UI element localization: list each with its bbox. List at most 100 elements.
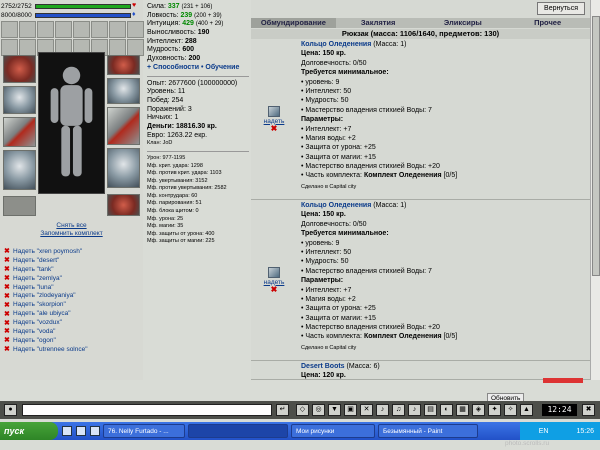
legs-slot[interactable] (107, 148, 140, 188)
earring-slot[interactable] (107, 55, 140, 75)
browser-icon[interactable] (76, 426, 86, 436)
saved-set-label[interactable]: Надеть "desert" (13, 257, 59, 264)
amulet-slot[interactable] (3, 86, 36, 114)
delete-icon[interactable]: ✖ (4, 292, 13, 300)
saved-set-label[interactable]: Надеть "luna" (13, 284, 54, 291)
tool-icon[interactable]: ▤ (424, 404, 437, 416)
saved-set-item[interactable]: ✖ Надеть "xren poymosh" (4, 247, 88, 256)
bracer-slot[interactable] (107, 78, 140, 104)
send-icon[interactable]: ↵ (276, 404, 289, 416)
saved-set-item[interactable]: ✖ Надеть "ale ubiyca" (4, 309, 88, 318)
equip-slot[interactable] (37, 21, 54, 38)
delete-icon[interactable]: ✖ (4, 336, 13, 344)
exit-icon[interactable]: ✖ (582, 404, 595, 416)
weapon-slot[interactable] (3, 117, 36, 147)
saved-set-label[interactable]: Надеть "ogon" (13, 337, 56, 344)
equip-slot[interactable] (127, 39, 144, 56)
saved-set-item[interactable]: ✖ Надеть "voda" (4, 327, 88, 336)
saved-set-label[interactable]: Надеть "voda" (13, 328, 55, 335)
saved-set-label[interactable]: Надеть "vozdux" (13, 319, 62, 326)
item-title[interactable]: Кольцо Оледенения (301, 41, 371, 48)
equip-slot[interactable] (109, 39, 126, 56)
tab-elixirs[interactable]: Эликсиры (421, 18, 506, 28)
helmet-slot[interactable] (3, 55, 36, 83)
tool-icon[interactable]: ◐ (440, 404, 453, 416)
equip-slot[interactable] (19, 39, 36, 56)
task-my-pictures[interactable]: Мои рисунки (291, 424, 375, 438)
delete-icon[interactable]: ✖ (4, 256, 13, 264)
filter-icon[interactable]: ▼ (328, 404, 341, 416)
scrollbar-thumb[interactable] (592, 16, 600, 276)
delete-icon[interactable]: ✖ (4, 265, 13, 273)
tool-icon[interactable]: ◈ (472, 404, 485, 416)
tool-icon[interactable]: ✕ (360, 404, 373, 416)
delete-icon[interactable]: ✖ (4, 319, 13, 327)
item-title[interactable]: Кольцо Оледенения (301, 202, 371, 209)
delete-icon[interactable]: ✖ (271, 285, 278, 294)
put-on-icon[interactable] (268, 266, 280, 278)
chat-mode-icon[interactable]: ● (4, 404, 17, 416)
remove-all-link[interactable]: Снять все (0, 222, 143, 229)
remember-set-link[interactable]: Запомнить комплект (0, 230, 143, 237)
tab-spells[interactable]: Заклятия (336, 18, 421, 28)
media-icon[interactable] (90, 426, 100, 436)
saved-set-label[interactable]: Надеть "zlodeyaniya" (13, 292, 76, 299)
saved-set-item[interactable]: ✖ Надеть "zlodeyaniya" (4, 291, 88, 300)
start-button[interactable]: пуск (0, 422, 58, 440)
music-icon[interactable]: ♪ (408, 404, 421, 416)
music-icon[interactable]: ♫ (392, 404, 405, 416)
saved-set-item[interactable]: ✖ Надеть "desert" (4, 256, 88, 265)
delete-icon[interactable]: ✖ (4, 247, 13, 255)
equip-slot[interactable] (127, 21, 144, 38)
tool-icon[interactable]: ◎ (312, 404, 325, 416)
tool-icon[interactable]: ▦ (456, 404, 469, 416)
tab-other[interactable]: Прочее (505, 18, 590, 28)
armor-slot[interactable] (3, 150, 36, 190)
saved-set-label[interactable]: Надеть "utrennee solnce" (13, 346, 88, 353)
saved-set-item[interactable]: ✖ Надеть "skorpion" (4, 300, 88, 309)
saved-set-item[interactable]: ✖ Надеть "utrennee solnce" (4, 345, 88, 354)
task-music[interactable]: 76. Nelly Furtado - ... (103, 424, 185, 438)
task-paint[interactable]: Безымянный - Paint (378, 424, 478, 438)
music-icon[interactable]: ♪ (376, 404, 389, 416)
task-game[interactable] (188, 424, 288, 438)
saved-set-item[interactable]: ✖ Надеть "zemlya" (4, 274, 88, 283)
saved-set-item[interactable]: ✖ Надеть "vozdux" (4, 318, 88, 327)
saved-set-item[interactable]: ✖ Надеть "luna" (4, 283, 88, 292)
delete-icon[interactable]: ✖ (4, 327, 13, 335)
saved-set-label[interactable]: Надеть "xren poymosh" (13, 248, 82, 255)
delete-icon[interactable]: ✖ (4, 345, 13, 353)
saved-set-label[interactable]: Надеть "tank" (13, 266, 54, 273)
delete-icon[interactable]: ✖ (4, 310, 13, 318)
delete-icon[interactable]: ✖ (4, 283, 13, 291)
delete-icon[interactable]: ✖ (4, 301, 13, 309)
equip-slot[interactable] (1, 21, 18, 38)
saved-set-label[interactable]: Надеть "zemlya" (13, 275, 62, 282)
equip-slot[interactable] (55, 21, 72, 38)
delete-icon[interactable]: ✖ (271, 124, 278, 133)
offhand-slot[interactable] (107, 107, 140, 145)
tool-icon[interactable]: ▲ (520, 404, 533, 416)
boots-slot[interactable] (107, 194, 140, 216)
tab-equipment[interactable]: Обмундирование (251, 18, 336, 28)
put-on-icon[interactable] (268, 105, 280, 117)
tool-icon[interactable]: ◇ (296, 404, 309, 416)
back-button[interactable]: Вернуться (537, 2, 585, 15)
equip-slot[interactable] (19, 21, 36, 38)
delete-icon[interactable]: ✖ (4, 274, 13, 282)
equip-slot[interactable] (109, 21, 126, 38)
equip-slot[interactable] (73, 21, 90, 38)
saved-set-label[interactable]: Надеть "skorpion" (13, 301, 66, 308)
saved-set-item[interactable]: ✖ Надеть "tank" (4, 265, 88, 274)
saved-set-item[interactable]: ✖ Надеть "ogon" (4, 336, 88, 345)
tool-icon[interactable]: ✦ (488, 404, 501, 416)
saved-set-label[interactable]: Надеть "ale ubiyca" (13, 310, 71, 317)
abilities-link[interactable]: + Способности • Обучение (147, 64, 249, 73)
equip-slot[interactable] (91, 21, 108, 38)
desktop-icon[interactable] (62, 426, 72, 436)
page-scrollbar[interactable] (590, 0, 600, 380)
equip-slot[interactable] (1, 39, 18, 56)
chat-input[interactable] (22, 404, 272, 416)
belt-slot[interactable] (3, 196, 36, 216)
tool-icon[interactable]: ✧ (504, 404, 517, 416)
